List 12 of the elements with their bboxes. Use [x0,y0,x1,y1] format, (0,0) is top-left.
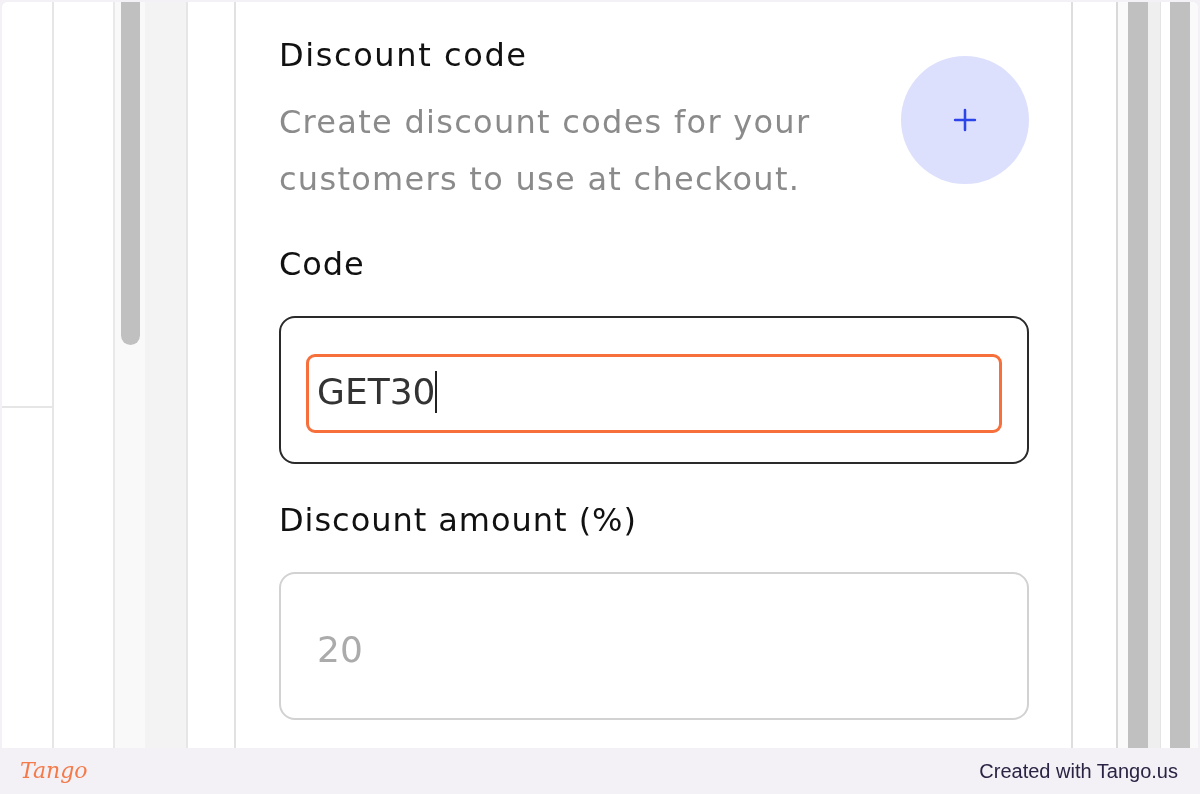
section-description: Create discount codes for your customers to use at checkout. [279,102,812,200]
scrollbar-thumb[interactable] [1170,2,1190,748]
scrollbar-thumb[interactable] [1128,2,1148,748]
input-field[interactable]: 20 [279,572,1029,720]
credit-text: Created with Tango.us [979,759,1178,783]
text-cursor [435,371,438,413]
section-title: Discount code [279,37,528,73]
input-field[interactable]: GET30 [279,316,1029,464]
scrollbar-thumb[interactable] [120,2,140,345]
field-label: Code [279,246,365,282]
field-label: Discount amount (%) [279,502,637,538]
logo: Tango [20,758,88,784]
